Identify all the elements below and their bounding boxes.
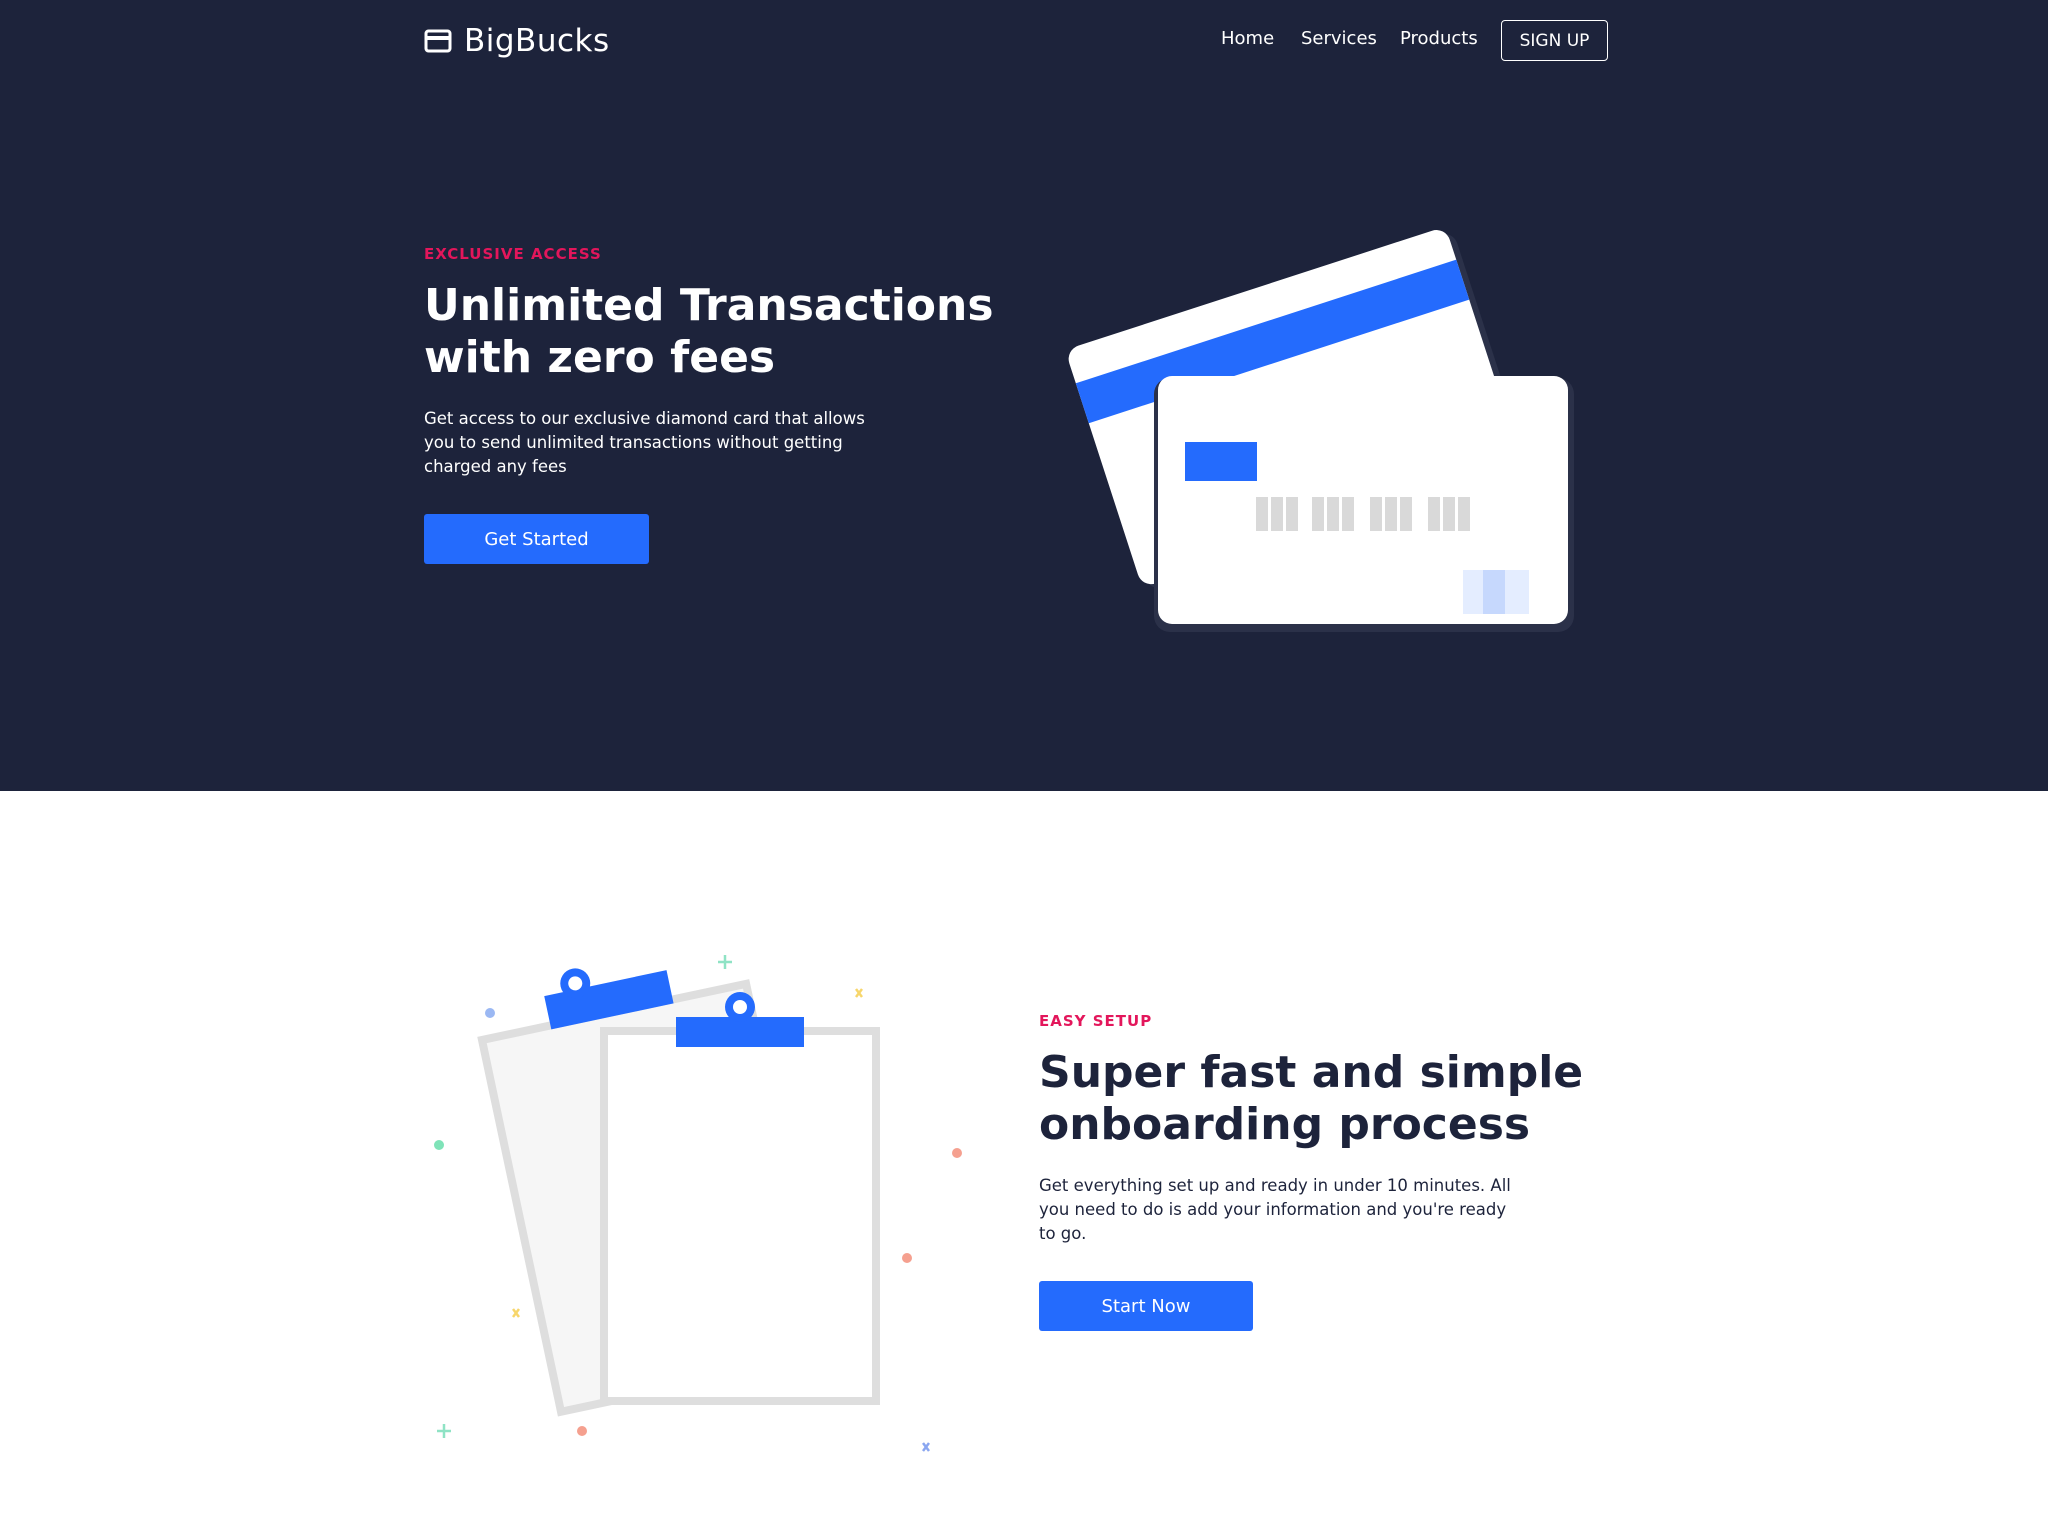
feature-description-line2: you need to do is add your information a… xyxy=(1039,1200,1507,1219)
hero-section xyxy=(0,0,2048,791)
hero-description-line2: you to send unlimited transactions witho… xyxy=(424,433,843,452)
feature-headline-line2: onboarding process xyxy=(1039,1099,1531,1150)
signup-button[interactable]: SIGN UP xyxy=(1501,20,1608,61)
feature-headline-line1: Super fast and simple xyxy=(1039,1047,1584,1098)
feature-eyebrow: EASY SETUP xyxy=(1039,1012,1153,1030)
clipboards-illustration xyxy=(434,955,962,1452)
brand-logo[interactable]: BigBucks xyxy=(424,20,610,62)
hero-headline-line2: with zero fees xyxy=(424,332,776,383)
nav-services[interactable]: Services xyxy=(1301,28,1377,49)
credit-cards-illustration xyxy=(1068,230,1574,632)
start-now-button[interactable]: Start Now xyxy=(1039,1281,1253,1331)
hero-eyebrow: EXCLUSIVE ACCESS xyxy=(424,245,602,263)
feature-description-line3: to go. xyxy=(1039,1224,1087,1243)
feature-section xyxy=(0,791,2048,1536)
brand-name: BigBucks xyxy=(464,23,610,59)
hero-description-line3: charged any fees xyxy=(424,457,567,476)
nav-home[interactable]: Home xyxy=(1221,28,1274,49)
hero-description-line1: Get access to our exclusive diamond card… xyxy=(424,409,865,428)
feature-description-line1: Get everything set up and ready in under… xyxy=(1039,1176,1511,1195)
nav-products[interactable]: Products xyxy=(1400,28,1478,49)
credit-card-icon xyxy=(424,29,452,53)
hero-headline-line1: Unlimited Transactions xyxy=(424,280,994,331)
get-started-button[interactable]: Get Started xyxy=(424,514,649,564)
